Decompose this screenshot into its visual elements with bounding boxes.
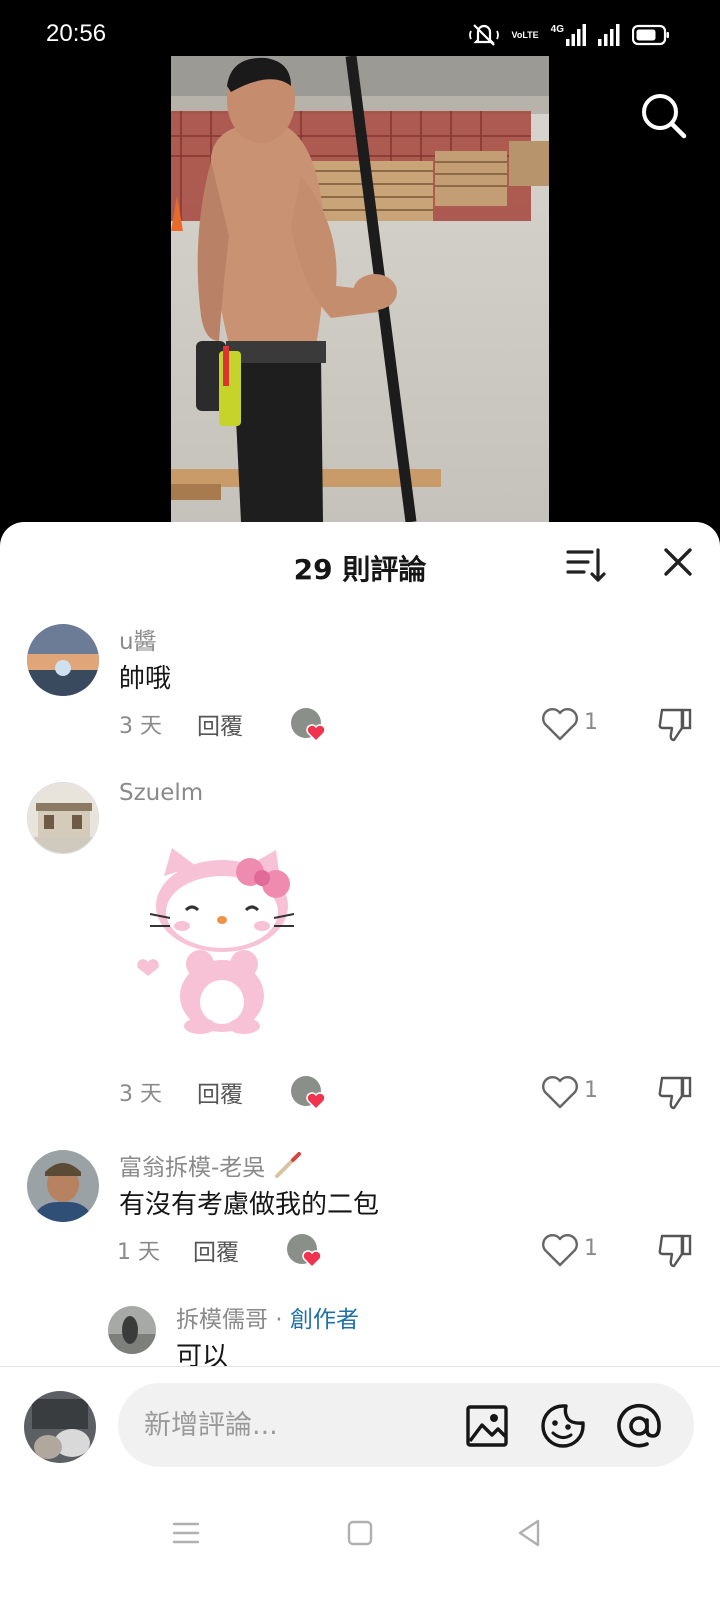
avatar[interactable] <box>27 1150 99 1222</box>
comment-input[interactable] <box>144 1405 444 1445</box>
reply-item: 拆模儒哥 · 創作者 可以 <box>0 1300 720 1372</box>
comment-item: Szuelm 3 天 回覆 1 <box>0 772 720 1122</box>
heart-icon[interactable] <box>540 1232 580 1268</box>
avatar[interactable] <box>108 1306 156 1354</box>
comment-age: 3 天 <box>119 1082 162 1107</box>
reply-username-row: 拆模儒哥 · 創作者 <box>176 1300 359 1334</box>
comment-text: 有沒有考慮做我的二包 <box>119 1190 380 1220</box>
comment-username[interactable]: Szuelm <box>119 780 203 806</box>
like-count: 1 <box>584 1078 598 1103</box>
status-icons: VoLTE 4G <box>469 22 670 48</box>
reply-separator: · <box>268 1307 290 1333</box>
volte-icon: VoLTE <box>511 29 538 41</box>
reply-username[interactable]: 拆模儒哥 <box>176 1307 268 1333</box>
image-icon[interactable] <box>464 1403 510 1449</box>
avatar[interactable] <box>27 624 99 696</box>
comment-username[interactable]: 富翁拆模-老吳 <box>119 1148 265 1182</box>
comment-item: 富翁拆模-老吳 有沒有考慮做我的二包 1 天 回覆 1 <box>0 1140 720 1290</box>
system-nav-bar <box>0 1487 720 1600</box>
creator-liked-badge <box>290 1075 326 1111</box>
dislike-icon[interactable] <box>656 1074 694 1112</box>
mute-icon <box>469 24 500 46</box>
sort-icon[interactable] <box>564 542 608 586</box>
like-count: 1 <box>584 710 598 735</box>
comment-username-row: 富翁拆模-老吳 <box>119 1148 303 1182</box>
heart-icon[interactable] <box>540 1074 580 1110</box>
close-icon[interactable] <box>656 540 700 584</box>
mention-icon[interactable] <box>616 1403 662 1449</box>
comment-age: 1 天 <box>117 1240 160 1265</box>
4g-signal-icon: 4G <box>551 24 586 46</box>
creator-badge: 創作者 <box>289 1307 359 1333</box>
comments-title: 29 則評論 <box>293 553 427 586</box>
avatar[interactable] <box>27 782 99 854</box>
status-time: 20:56 <box>46 20 107 47</box>
video-player[interactable] <box>171 56 549 522</box>
dislike-icon[interactable] <box>656 1232 694 1270</box>
menu-icon[interactable] <box>166 1513 206 1553</box>
reply-button[interactable]: 回覆 <box>197 707 243 741</box>
my-avatar[interactable] <box>24 1391 96 1463</box>
reply-button[interactable]: 回覆 <box>197 1075 243 1109</box>
comment-input-box <box>118 1383 694 1467</box>
comments-header: 29 則評論 <box>0 522 720 612</box>
battery-icon <box>632 24 669 46</box>
creator-liked-badge <box>290 707 326 743</box>
home-icon[interactable] <box>340 1513 380 1553</box>
creator-liked-badge <box>286 1233 322 1269</box>
signal-icon <box>598 24 620 46</box>
video-frame <box>171 56 549 522</box>
reply-button[interactable]: 回覆 <box>193 1233 239 1267</box>
hello-kitty-sticker <box>130 846 310 1036</box>
comment-text: 帥哦 <box>119 664 172 694</box>
sticker-icon[interactable] <box>540 1403 586 1449</box>
dislike-icon[interactable] <box>656 706 694 744</box>
comment-age: 3 天 <box>119 714 162 739</box>
back-icon[interactable] <box>510 1513 550 1553</box>
4g-text: 4G <box>550 24 564 35</box>
heart-icon[interactable] <box>540 706 580 742</box>
like-count: 1 <box>584 1236 598 1261</box>
volte-text: VoLTE <box>511 30 539 40</box>
comment-username[interactable]: u醬 <box>119 622 157 656</box>
comment-item: u醬 帥哦 3 天 回覆 1 <box>0 614 720 764</box>
tool-emoji-icon <box>275 1152 302 1178</box>
search-icon[interactable] <box>638 90 690 142</box>
comment-composer <box>0 1367 720 1487</box>
